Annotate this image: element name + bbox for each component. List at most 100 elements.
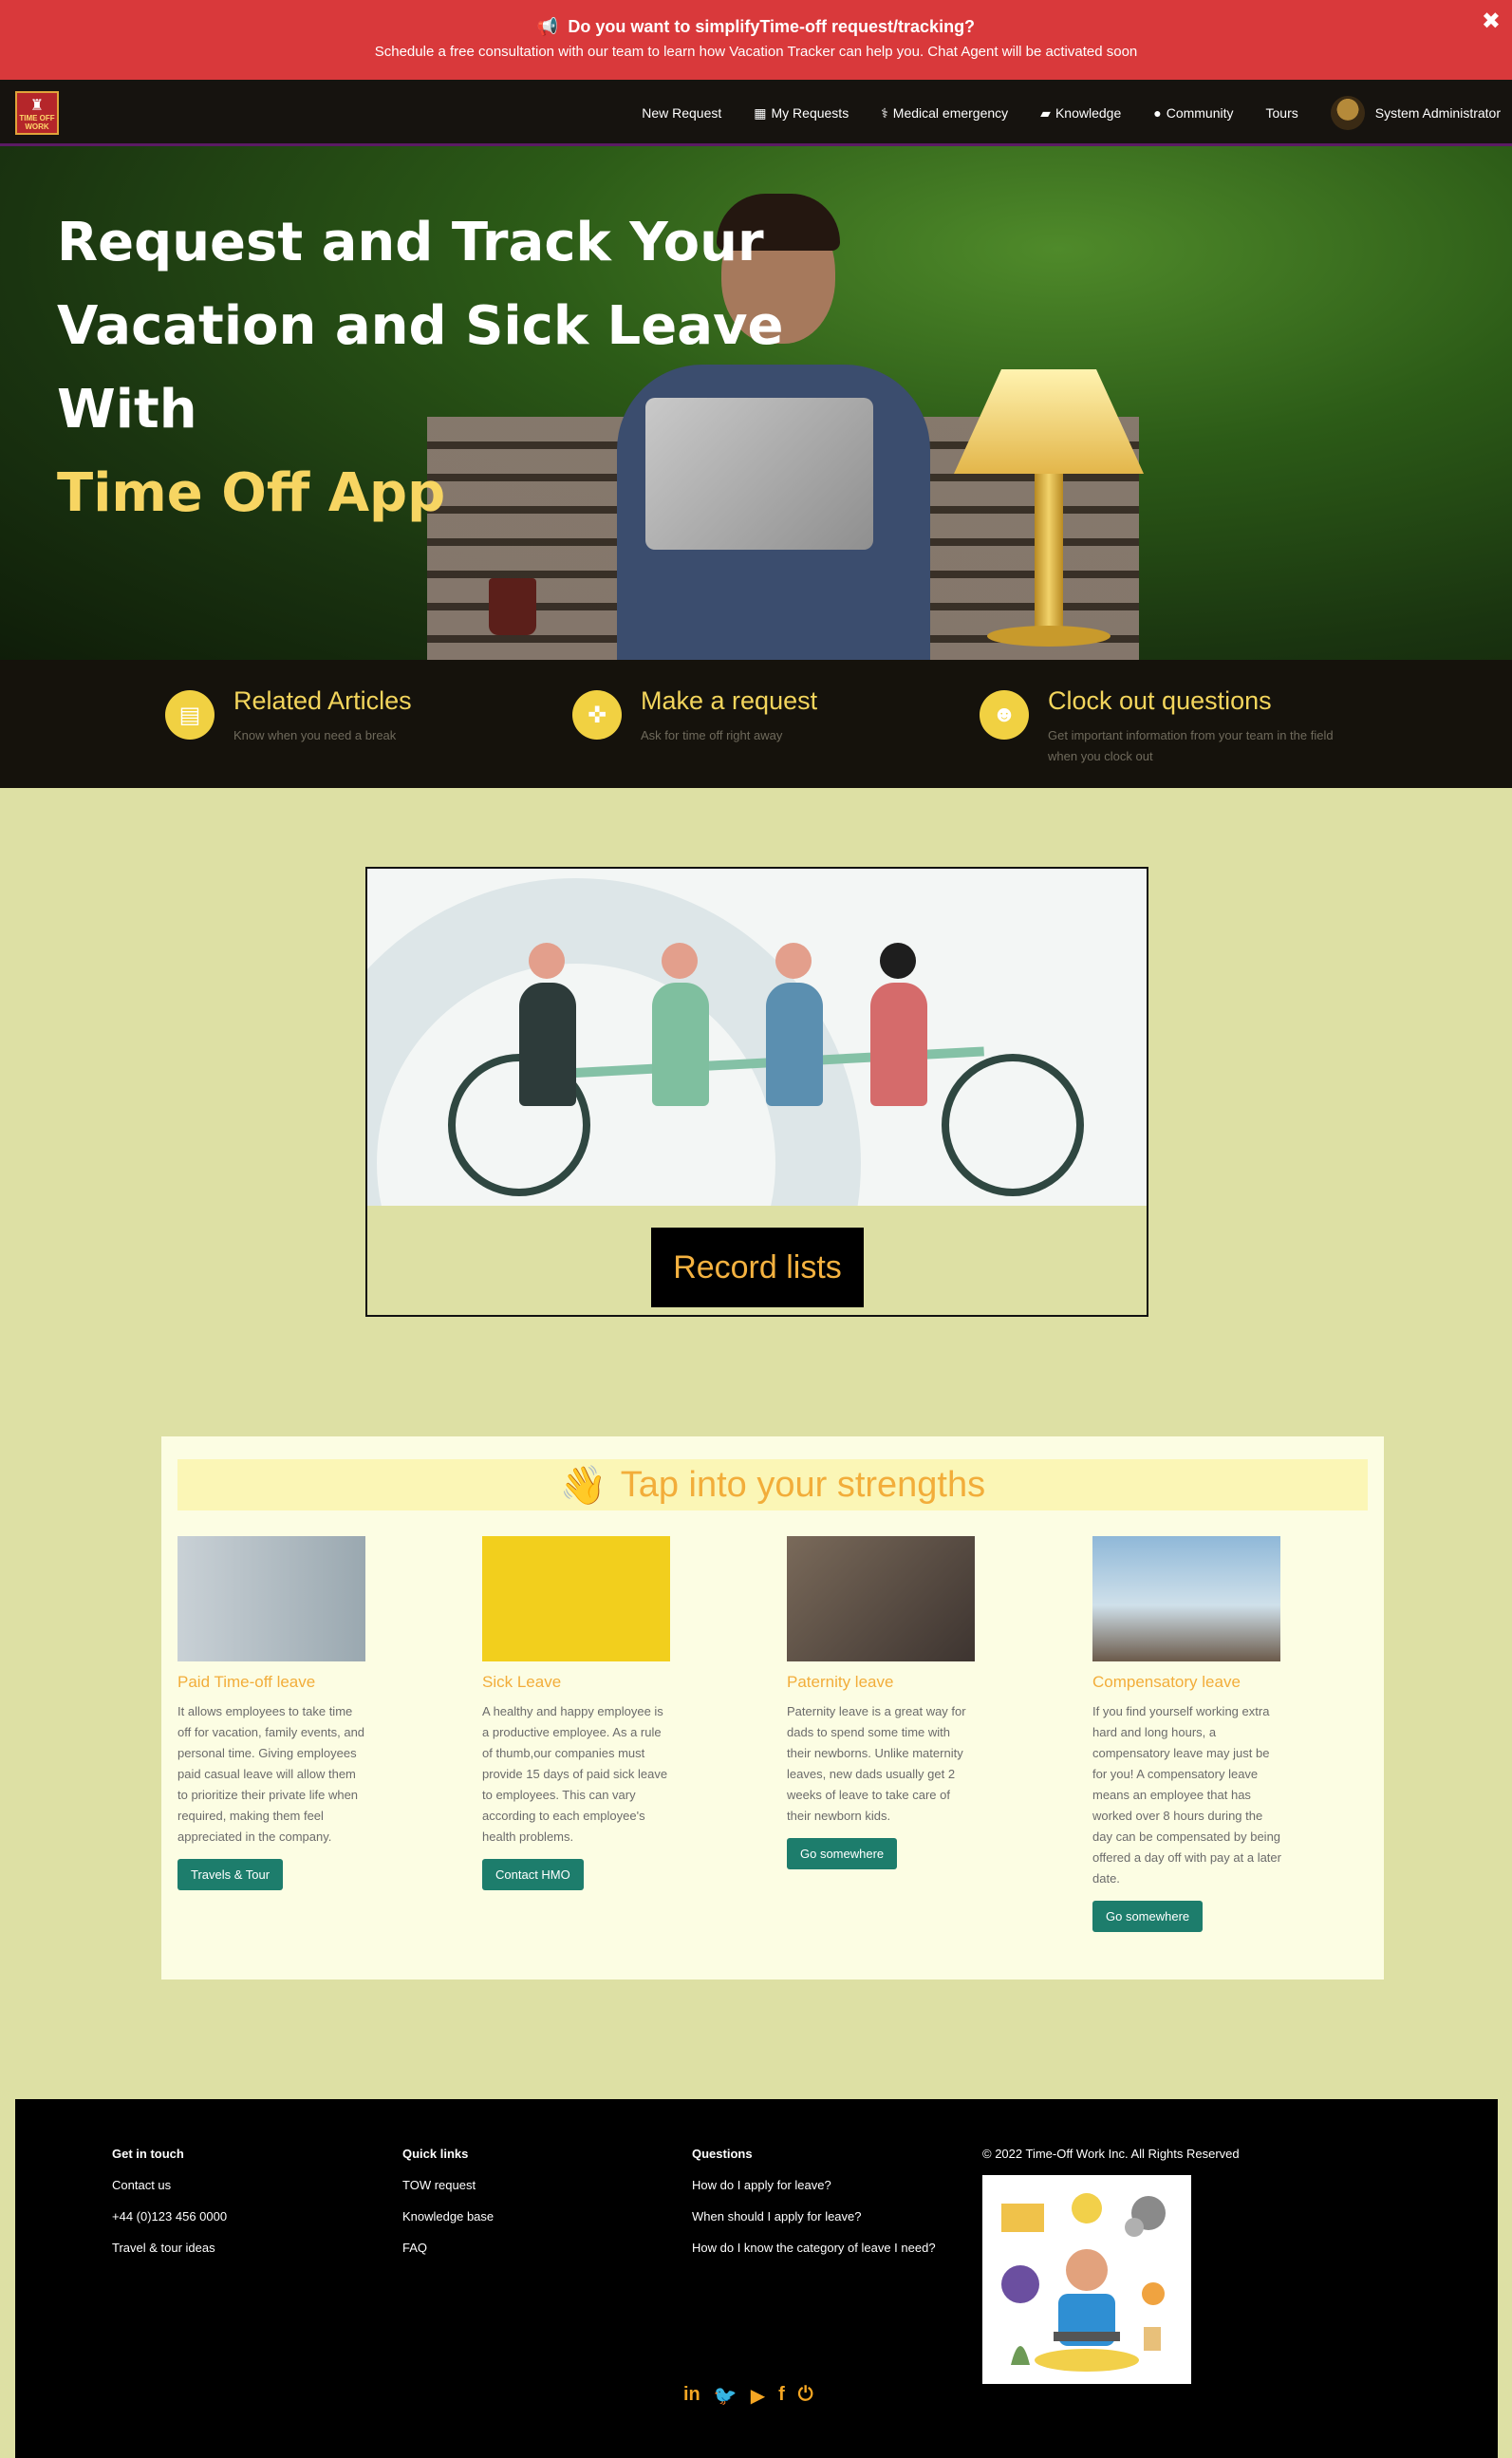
- strengths-heading: Tap into your strengths: [620, 1464, 986, 1505]
- hero-title-accent: Time Off App: [57, 462, 446, 524]
- card-photo-woman-presenting: [177, 1536, 365, 1661]
- footer-quick-links: Quick links TOW request Knowledge base F…: [402, 2147, 494, 2272]
- youtube-icon[interactable]: ▶: [751, 2384, 765, 2408]
- feature-desc: Ask for time off right away: [641, 728, 783, 742]
- hero-lamp-base: [987, 626, 1111, 647]
- strengths-section: 👋 Tap into your strengths Paid Time-off …: [161, 1436, 1384, 1980]
- card-title: Compensatory leave: [1092, 1673, 1241, 1691]
- footer-link-question-2[interactable]: When should I apply for leave?: [692, 2209, 936, 2223]
- user-icon: ☻: [980, 690, 1029, 740]
- linkedin-icon[interactable]: in: [683, 2384, 700, 2408]
- card-text: A healthy and happy employee is a produc…: [482, 1704, 668, 1844]
- nav-label: Tours: [1265, 105, 1298, 121]
- stethoscope-icon: ⚕: [881, 104, 888, 121]
- card-button[interactable]: Go somewhere: [1092, 1901, 1204, 1932]
- rider-1-head: [529, 943, 565, 979]
- navbar: ♜ TIME OFF WORK New Request ▦ My Requests…: [0, 80, 1512, 146]
- footer-link-question-3[interactable]: How do I know the category of leave I ne…: [692, 2241, 936, 2255]
- card-button[interactable]: Contact HMO: [482, 1859, 584, 1890]
- copyright-text: © 2022 Time-Off Work Inc. All Rights Res…: [982, 2147, 1240, 2161]
- facebook-icon[interactable]: f: [778, 2384, 785, 2408]
- footer-link-phone[interactable]: +44 (0)123 456 0000: [112, 2209, 227, 2223]
- banner-headline-row: 📢 Do you want to simplifyTime-off reques…: [0, 17, 1512, 37]
- hero-banner: Request and Track Your Vacation and Sick…: [0, 146, 1512, 660]
- strengths-heading-bar: 👋 Tap into your strengths: [177, 1459, 1368, 1510]
- feature-related-articles[interactable]: ▤ Related Articles Know when you need a …: [165, 686, 537, 746]
- rider-2: [652, 983, 709, 1106]
- card-title: Paternity leave: [787, 1673, 894, 1691]
- feature-clock-out-questions[interactable]: ☻ Clock out questions Get important info…: [980, 686, 1352, 767]
- rider-3-head: [775, 943, 812, 979]
- bike-wheel-front: [942, 1054, 1084, 1196]
- card-text: If you find yourself working extra hard …: [1092, 1704, 1281, 1886]
- user-icon: ●: [1153, 105, 1162, 121]
- card-text: Paternity leave is a great way for dads …: [787, 1704, 966, 1823]
- feature-desc: Get important information from your team…: [1048, 728, 1334, 763]
- logo[interactable]: ♜ TIME OFF WORK: [15, 91, 59, 135]
- footer-link-knowledge-base[interactable]: Knowledge base: [402, 2209, 494, 2223]
- nav-tours[interactable]: Tours: [1266, 105, 1298, 121]
- footer-heading: Quick links: [402, 2147, 469, 2161]
- record-lists-button[interactable]: Record lists: [651, 1228, 864, 1307]
- card-button[interactable]: Travels & Tour: [177, 1859, 284, 1890]
- book-icon: ▰: [1040, 104, 1051, 121]
- footer-link-tow-request[interactable]: TOW request: [402, 2178, 494, 2192]
- rider-4-head: [880, 943, 916, 979]
- hero-title-line2: Vacation and Sick Leave With: [57, 295, 784, 441]
- feature-make-request[interactable]: ✜ Make a request Ask for time off right …: [572, 686, 944, 746]
- footer-illustration: [982, 2175, 1191, 2384]
- feature-desc: Know when you need a break: [233, 728, 397, 742]
- close-icon[interactable]: ✖: [1482, 8, 1501, 35]
- banner-headline: Do you want to simplifyTime-off request/…: [568, 17, 976, 36]
- power-icon[interactable]: ⏻: [798, 2384, 813, 2408]
- hero-lamp-image: [954, 369, 1144, 474]
- nav-label: Knowledge: [1055, 105, 1122, 121]
- announcement-banner: 📢 Do you want to simplifyTime-off reques…: [0, 0, 1512, 80]
- rider-1: [519, 983, 576, 1106]
- hero-lamp-stand: [1035, 474, 1063, 635]
- footer-link-faq[interactable]: FAQ: [402, 2241, 494, 2255]
- footer-illustration-graphic: [1001, 2193, 1166, 2372]
- avatar: [1330, 96, 1365, 130]
- social-links: in 🐦 ▶ f ⏻: [683, 2384, 813, 2408]
- nav-menu: New Request ▦ My Requests ⚕ Medical emerge…: [642, 80, 1501, 146]
- twitter-icon[interactable]: 🐦: [714, 2384, 737, 2408]
- record-lists-card: Record lists: [365, 867, 1148, 1317]
- nav-new-request[interactable]: New Request: [642, 105, 721, 121]
- book-icon: ▤: [165, 690, 215, 740]
- features-strip: ▤ Related Articles Know when you need a …: [0, 660, 1512, 788]
- footer-link-contact[interactable]: Contact us: [112, 2178, 227, 2192]
- footer-questions: Questions How do I apply for leave? When…: [692, 2147, 936, 2272]
- tandem-bike-illustration: [367, 869, 1147, 1206]
- card-button[interactable]: Go somewhere: [787, 1838, 898, 1869]
- nav-community[interactable]: ● Community: [1153, 105, 1233, 121]
- rider-3: [766, 983, 823, 1106]
- hero-mug-image: [489, 578, 536, 635]
- footer-link-question-1[interactable]: How do I apply for leave?: [692, 2178, 936, 2192]
- footer-heading: Get in touch: [112, 2147, 184, 2161]
- footer-get-in-touch: Get in touch Contact us +44 (0)123 456 0…: [112, 2147, 227, 2272]
- nav-knowledge[interactable]: ▰ Knowledge: [1040, 105, 1121, 122]
- nav-medical-emergency[interactable]: ⚕ Medical emergency: [881, 105, 1008, 122]
- nav-label: My Requests: [771, 105, 849, 121]
- footer-heading: Questions: [692, 2147, 753, 2161]
- user-name: System Administrator: [1374, 105, 1501, 121]
- rider-2-head: [662, 943, 698, 979]
- footer: Get in touch Contact us +44 (0)123 456 0…: [15, 2099, 1498, 2458]
- card-photo-health-pills: [482, 1536, 670, 1661]
- table-icon: ▦: [754, 104, 767, 121]
- crosshair-icon: ✜: [572, 690, 622, 740]
- card-paid-time-off: Paid Time-off leave It allows employees …: [177, 1536, 367, 1890]
- logo-icon: ♜: [29, 98, 45, 114]
- hero-title: Request and Track Your Vacation and Sick…: [57, 201, 835, 535]
- nav-my-requests[interactable]: ▦ My Requests: [754, 105, 849, 122]
- nav-label: New Request: [642, 105, 722, 121]
- nav-user-menu[interactable]: System Administrator: [1330, 96, 1501, 130]
- nav-label: Medical emergency: [892, 105, 1009, 121]
- nav-label: Community: [1166, 105, 1234, 121]
- feature-title: Clock out questions: [1048, 686, 1272, 715]
- card-text: It allows employees to take time off for…: [177, 1704, 365, 1844]
- footer-link-travel[interactable]: Travel & tour ideas: [112, 2241, 227, 2255]
- waving-hand-icon: 👋: [559, 1464, 607, 1507]
- card-compensatory-leave: Compensatory leave If you find yourself …: [1092, 1536, 1282, 1932]
